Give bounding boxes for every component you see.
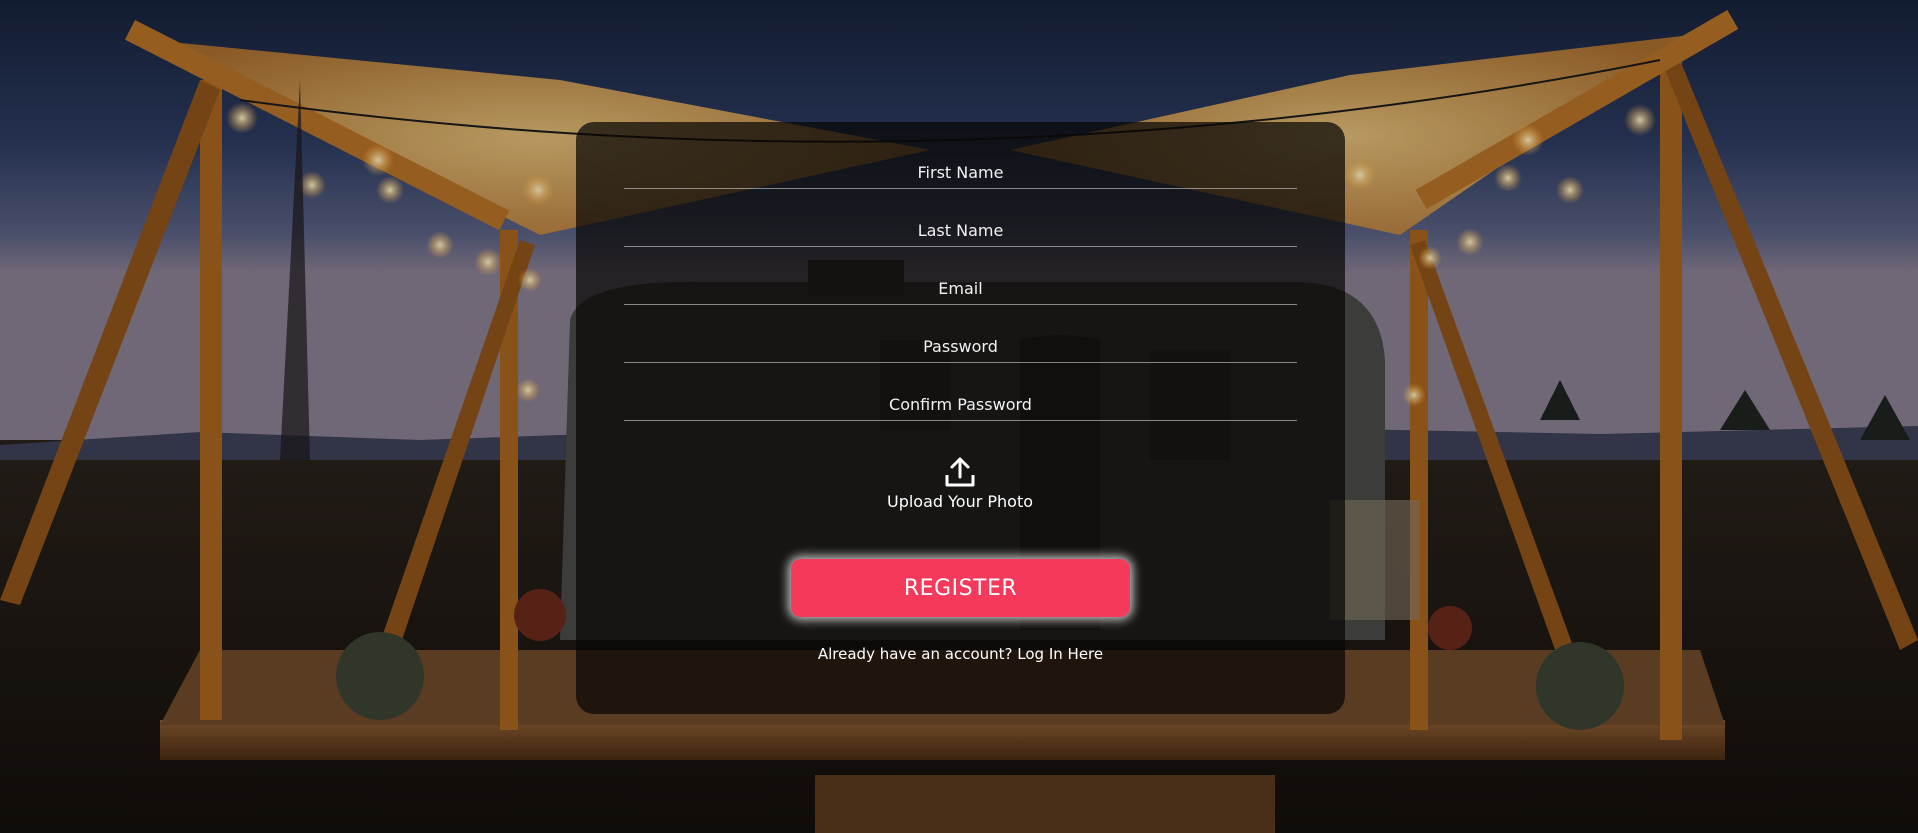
login-prompt: Already have an account? Log In Here [576, 645, 1345, 663]
upload-photo-label: Upload Your Photo [886, 492, 1034, 511]
password-field [624, 326, 1297, 363]
email-input[interactable] [624, 268, 1297, 304]
first-name-input[interactable] [624, 152, 1297, 188]
login-prompt-text: Already have an account? [817, 645, 1013, 663]
password-input[interactable] [624, 326, 1297, 362]
email-field [624, 268, 1297, 305]
register-button[interactable]: REGISTER [791, 559, 1130, 617]
upload-icon [945, 457, 975, 487]
confirm-password-field [624, 384, 1297, 421]
last-name-input[interactable] [624, 210, 1297, 246]
register-card: Upload Your Photo REGISTER Already have … [576, 122, 1345, 714]
last-name-field [624, 210, 1297, 247]
first-name-field [624, 152, 1297, 189]
upload-photo-button[interactable]: Upload Your Photo [860, 456, 1060, 528]
confirm-password-input[interactable] [624, 384, 1297, 420]
login-link[interactable]: Log In Here [1017, 645, 1103, 663]
